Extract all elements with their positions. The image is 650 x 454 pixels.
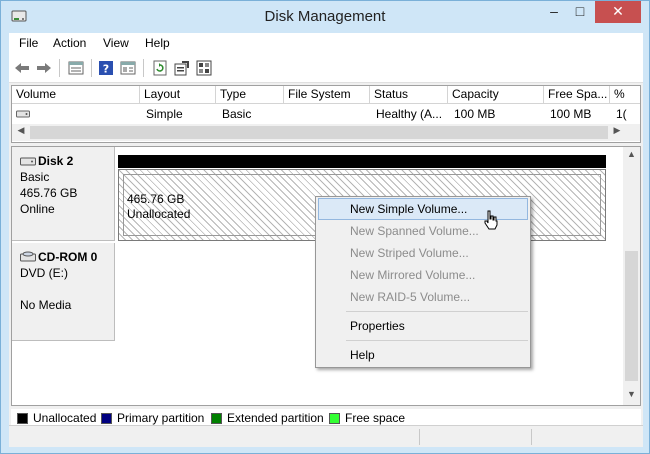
menu-help[interactable]: Help xyxy=(145,36,170,50)
disk-name: CD-ROM 0 xyxy=(38,250,98,264)
unallocated-bar xyxy=(118,155,606,168)
status-bar xyxy=(9,425,643,447)
column-header-free-space[interactable]: Free Spa... xyxy=(544,86,610,104)
minimize-button[interactable]: – xyxy=(541,1,567,23)
disk-state: Online xyxy=(20,202,55,216)
maximize-button[interactable]: □ xyxy=(567,1,593,23)
disk-type: DVD (E:) xyxy=(20,266,68,280)
cell-status: Healthy (A... xyxy=(376,107,443,121)
cell-layout: Simple xyxy=(146,107,183,121)
volume-drive-icon xyxy=(16,110,30,118)
legend-swatch xyxy=(329,412,340,424)
legend-swatch xyxy=(17,412,28,424)
legend-label: Free space xyxy=(345,411,406,425)
partition-label: Unallocated xyxy=(127,207,191,221)
scroll-down-icon[interactable]: ▼ xyxy=(623,389,640,399)
column-header-file-system[interactable]: File System xyxy=(284,86,370,104)
help-icon[interactable]: ? xyxy=(97,59,114,76)
disk-size xyxy=(20,281,114,297)
scroll-up-icon[interactable]: ▲ xyxy=(623,149,640,159)
settings-icon[interactable] xyxy=(173,59,190,76)
export-icon[interactable] xyxy=(195,59,212,76)
menu-separator xyxy=(346,340,528,341)
cd-rom-icon xyxy=(20,251,36,262)
menu-action[interactable]: Action xyxy=(53,36,86,50)
mouse-pointer-hand-icon xyxy=(484,210,498,230)
column-header-status[interactable]: Status xyxy=(370,86,448,104)
title-bar[interactable]: Disk Management – □ ✕ xyxy=(1,1,649,33)
forward-arrow-icon[interactable] xyxy=(35,59,52,76)
disk-type: Basic xyxy=(20,170,50,184)
cell-free-space: 100 MB xyxy=(550,107,592,121)
volume-list: Volume Layout Type File System Status Ca… xyxy=(11,85,641,143)
vertical-scroll-thumb[interactable] xyxy=(625,251,638,381)
legend-item-free-space: Free space xyxy=(329,411,405,425)
cell-capacity: 100 MB xyxy=(454,107,496,121)
legend: Unallocated Primary partition Extended p… xyxy=(11,409,641,425)
back-arrow-icon[interactable] xyxy=(13,59,30,76)
menu-file[interactable]: File xyxy=(19,36,38,50)
refresh-icon[interactable] xyxy=(151,59,168,76)
disk-state: No Media xyxy=(20,298,72,312)
menu-item-new-mirrored-volume[interactable]: New Mirrored Volume... xyxy=(318,264,528,286)
scroll-right-icon[interactable]: ▶ xyxy=(610,125,624,136)
cell-type: Basic xyxy=(222,107,252,121)
svg-text:?: ? xyxy=(102,62,108,75)
cell-file-system xyxy=(286,106,370,122)
menu-item-properties[interactable]: Properties xyxy=(318,315,528,337)
properties-icon[interactable] xyxy=(119,59,136,76)
menu-item-new-raid-5-volume[interactable]: New RAID-5 Volume... xyxy=(318,286,528,308)
partition-size: 465.76 GB xyxy=(127,192,185,206)
menu-bar: File Action View Help xyxy=(9,33,643,53)
column-header-volume[interactable]: Volume xyxy=(12,86,140,104)
column-header-capacity[interactable]: Capacity xyxy=(448,86,544,104)
menu-view[interactable]: View xyxy=(103,36,129,50)
menu-item-new-striped-volume[interactable]: New Striped Volume... xyxy=(318,242,528,264)
close-button[interactable]: ✕ xyxy=(595,1,641,23)
menu-separator xyxy=(346,311,528,312)
column-header-percent[interactable]: % xyxy=(610,86,640,104)
legend-label: Primary partition xyxy=(117,411,205,425)
legend-swatch xyxy=(211,412,222,424)
legend-swatch xyxy=(101,412,112,424)
legend-item-extended: Extended partition xyxy=(211,411,324,425)
disk-icon xyxy=(20,157,36,165)
vertical-scrollbar[interactable]: ▲ ▼ xyxy=(623,147,640,405)
cell-volume xyxy=(30,106,140,122)
cell-percent: 1( xyxy=(616,107,627,121)
scroll-left-icon[interactable]: ◀ xyxy=(14,125,28,136)
horizontal-scrollbar[interactable]: ◀ ▶ xyxy=(12,124,640,141)
legend-label: Extended partition xyxy=(227,411,324,425)
disk-name: Disk 2 xyxy=(38,154,74,168)
cd-rom-0-label[interactable]: CD-ROM 0 DVD (E:) No Media xyxy=(12,243,115,341)
disk-size: 465.76 GB xyxy=(20,186,78,200)
horizontal-scroll-thumb[interactable] xyxy=(30,126,608,139)
legend-item-unallocated: Unallocated xyxy=(17,411,96,425)
column-header-type[interactable]: Type xyxy=(216,86,284,104)
menu-item-help[interactable]: Help xyxy=(318,344,528,366)
legend-label: Unallocated xyxy=(33,411,97,425)
legend-item-primary: Primary partition xyxy=(101,411,204,425)
disk-2-label[interactable]: Disk 2 Basic 465.76 GB Online xyxy=(12,147,115,241)
column-header-layout[interactable]: Layout xyxy=(140,86,216,104)
context-menu: New Simple Volume... New Spanned Volume.… xyxy=(315,196,531,368)
disk-list-icon[interactable] xyxy=(67,59,84,76)
toolbar: ? xyxy=(9,53,643,83)
